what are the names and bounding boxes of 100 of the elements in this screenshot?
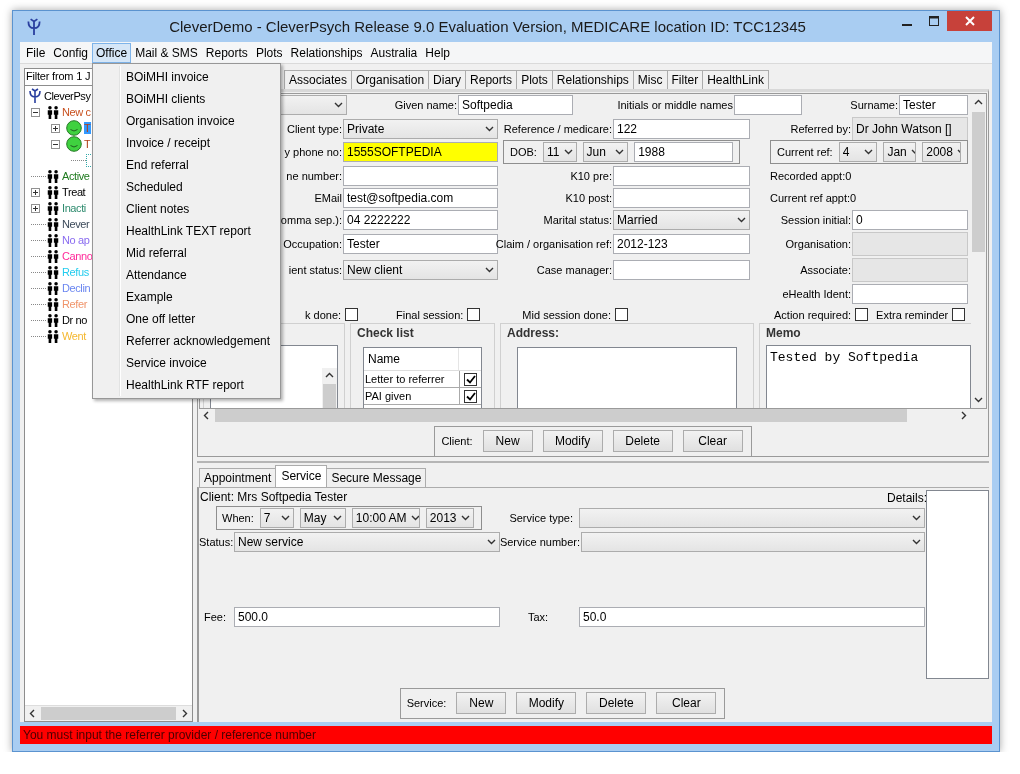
- arrow-right-icon[interactable]: [961, 411, 967, 420]
- text-field[interactable]: Softpedia: [458, 95, 573, 115]
- dropdown[interactable]: 11: [542, 142, 577, 162]
- text-field[interactable]: 2012-123: [613, 234, 750, 254]
- dropdown[interactable]: New client: [343, 260, 498, 280]
- checkbox[interactable]: [345, 308, 359, 321]
- dropdown[interactable]: Jan: [883, 142, 917, 162]
- collapse-icon[interactable]: [31, 107, 40, 117]
- text-field[interactable]: test@softpedia.com: [343, 188, 498, 208]
- menu-item[interactable]: Config: [49, 42, 93, 63]
- checkbox[interactable]: [464, 389, 477, 403]
- menu-item[interactable]: Help: [421, 42, 454, 63]
- dropdown[interactable]: 10:00 AM: [351, 508, 420, 528]
- text-field[interactable]: 0: [852, 210, 968, 230]
- people-icon: [46, 216, 60, 232]
- menu-item[interactable]: Office: [92, 42, 132, 63]
- text-field[interactable]: 04 2222222: [343, 210, 498, 230]
- expand-icon[interactable]: [31, 187, 40, 197]
- menu-item[interactable]: File: [22, 42, 50, 63]
- action-label: Client:: [441, 435, 473, 447]
- checkbox[interactable]: [952, 308, 966, 321]
- collapse-icon[interactable]: [51, 139, 60, 149]
- tab[interactable]: HealthLink: [702, 70, 769, 89]
- tree-item[interactable]: Active: [62, 170, 91, 182]
- action-button[interactable]: Delete: [612, 430, 673, 452]
- picker-field[interactable]: [852, 258, 968, 282]
- dropdown[interactable]: Jun: [582, 142, 629, 162]
- memo-field[interactable]: Tested by Softpedia: [766, 345, 971, 408]
- action-button[interactable]: Clear: [682, 430, 743, 452]
- text-field[interactable]: [613, 166, 750, 186]
- text-field[interactable]: [613, 188, 750, 208]
- text-field[interactable]: 50.0: [579, 607, 925, 627]
- menu-item[interactable]: Relationships: [286, 42, 367, 63]
- tree-item[interactable]: CleverPsy: [44, 90, 92, 102]
- tab[interactable]: Reports: [465, 70, 518, 89]
- action-button[interactable]: New: [456, 692, 507, 714]
- checkbox[interactable]: [855, 308, 869, 321]
- arrow-up-icon[interactable]: [974, 99, 983, 105]
- dropdown[interactable]: 4: [838, 142, 878, 162]
- checkbox[interactable]: [615, 308, 629, 321]
- tab[interactable]: Appointment: [199, 468, 277, 487]
- close-button[interactable]: [947, 11, 992, 31]
- text-field[interactable]: [852, 284, 968, 304]
- tab[interactable]: Service: [275, 465, 328, 487]
- text-field[interactable]: [734, 95, 802, 115]
- action-button[interactable]: Delete: [586, 692, 647, 714]
- text-field[interactable]: Tester: [899, 95, 968, 115]
- tab[interactable]: Secure Message: [326, 468, 427, 487]
- dropdown[interactable]: 7: [259, 508, 294, 528]
- checkbox[interactable]: [467, 308, 481, 321]
- arrow-left-icon[interactable]: [203, 411, 209, 420]
- info-text: Current ref appt:0: [770, 192, 857, 204]
- menu-item[interactable]: Mail & SMS: [131, 42, 202, 63]
- action-button[interactable]: Modify: [516, 692, 577, 714]
- tree-item[interactable]: Never: [62, 218, 91, 230]
- action-button[interactable]: New: [482, 430, 533, 452]
- text-field[interactable]: [343, 166, 498, 186]
- field-label: Current ref:: [777, 146, 833, 158]
- details-field[interactable]: [926, 490, 989, 679]
- menu-item[interactable]: Plots: [251, 42, 287, 63]
- scrollbar[interactable]: [25, 705, 192, 721]
- text-field[interactable]: 500.0: [234, 607, 500, 627]
- picker-field[interactable]: Dr John Watson []: [852, 117, 968, 141]
- field-label: Case manager:: [536, 264, 613, 276]
- menu-item[interactable]: Reports: [201, 42, 252, 63]
- text-field[interactable]: 1988: [634, 142, 733, 162]
- tree-item[interactable]: Inacti: [62, 202, 87, 214]
- arrow-up-icon[interactable]: [325, 372, 334, 378]
- caret-icon: [864, 149, 874, 155]
- expand-icon[interactable]: [31, 203, 40, 213]
- tab[interactable]: Relationships: [551, 70, 634, 89]
- text-field[interactable]: 1555SOFTPEDIA: [343, 142, 498, 162]
- picker-field[interactable]: [852, 232, 968, 256]
- address-field[interactable]: [517, 347, 737, 408]
- tree-item[interactable]: T: [84, 138, 92, 150]
- checkbox[interactable]: [464, 372, 477, 386]
- menu-item[interactable]: Australia: [366, 42, 422, 63]
- tree-item[interactable]: Dr no: [62, 314, 88, 326]
- arrow-left-icon[interactable]: [29, 709, 35, 718]
- dropdown[interactable]: New service: [234, 532, 500, 552]
- tree-item[interactable]: Canno: [62, 250, 94, 262]
- text-field[interactable]: 122: [613, 119, 750, 139]
- tree-item[interactable]: No ap: [62, 234, 91, 246]
- dropdown[interactable]: May: [299, 508, 346, 528]
- action-button[interactable]: Modify: [542, 430, 603, 452]
- arrow-down-icon[interactable]: [974, 397, 983, 403]
- text-field[interactable]: [613, 260, 750, 280]
- arrow-right-icon[interactable]: [182, 709, 188, 718]
- expand-icon[interactable]: [51, 123, 60, 133]
- dropdown[interactable]: 2008: [922, 142, 961, 162]
- scrollbar[interactable]: [322, 368, 337, 408]
- dropdown[interactable]: Private: [343, 119, 498, 139]
- dropdown[interactable]: 2013: [425, 508, 474, 528]
- tab[interactable]: Organisation: [351, 70, 430, 89]
- dropdown[interactable]: Married: [613, 210, 750, 230]
- tab[interactable]: Associates: [284, 70, 353, 89]
- tree-item[interactable]: New c: [62, 106, 92, 118]
- action-button[interactable]: Clear: [656, 692, 717, 714]
- tree-item[interactable]: Treat: [62, 186, 87, 198]
- tab[interactable]: Diary: [428, 70, 467, 89]
